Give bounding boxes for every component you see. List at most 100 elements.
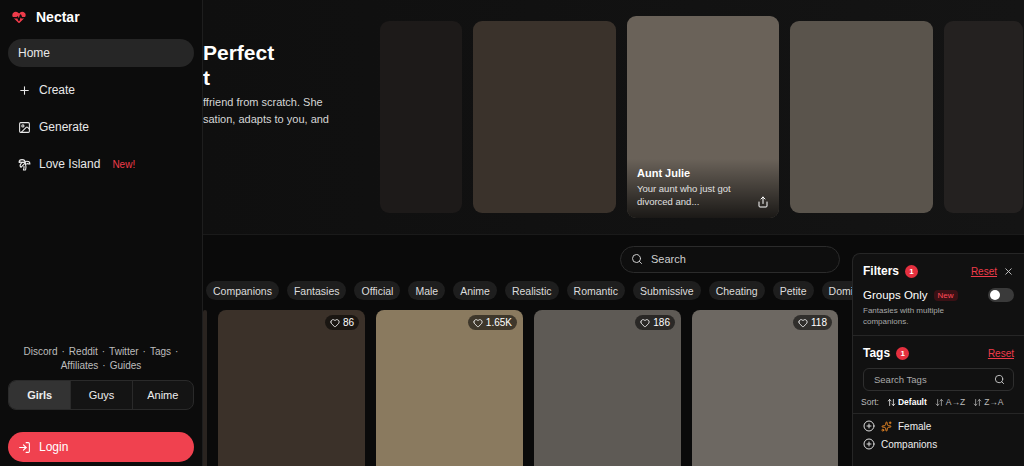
category-segment[interactable]: Anime bbox=[132, 381, 193, 409]
tag-chip[interactable]: Male bbox=[408, 281, 445, 300]
hero-card-description: Your aunt who just got divorced and... bbox=[637, 182, 751, 208]
tag-chip[interactable]: Official bbox=[354, 281, 400, 300]
tag-chip[interactable]: Fantasies bbox=[287, 281, 347, 300]
tag-chip[interactable]: Companions bbox=[206, 281, 279, 300]
heart-icon bbox=[473, 318, 483, 328]
nav-item[interactable]: Home bbox=[8, 39, 194, 67]
groups-toggle[interactable] bbox=[988, 288, 1014, 302]
category-segment[interactable]: Girls bbox=[9, 381, 70, 409]
nav-item[interactable]: Create bbox=[8, 76, 194, 104]
heart-icon bbox=[330, 318, 340, 328]
tag-chip[interactable]: Romantic bbox=[567, 281, 625, 300]
filter-title: Filters bbox=[863, 264, 899, 278]
category-switch: GirlsGuysAnime bbox=[8, 380, 194, 410]
tag-chip[interactable]: Realistic bbox=[505, 281, 559, 300]
groups-description: Fantasies with multiple companions. bbox=[863, 305, 1014, 327]
groups-label: Groups Only bbox=[863, 289, 928, 301]
separator: · bbox=[102, 360, 105, 371]
add-icon bbox=[863, 438, 875, 450]
reset-link[interactable]: Reset bbox=[971, 266, 997, 277]
hero-card-title: Aunt Julie bbox=[637, 167, 751, 179]
close-icon[interactable] bbox=[1003, 266, 1014, 277]
sort-label: Sort: bbox=[861, 397, 879, 407]
nav-item[interactable]: Love IslandNew! bbox=[8, 150, 194, 178]
separator: · bbox=[175, 346, 178, 357]
hero-card-caption: Aunt Julie Your aunt who just got divorce… bbox=[627, 159, 779, 218]
like-badge: 186 bbox=[635, 315, 675, 330]
tag-item[interactable]: Companions bbox=[853, 432, 1024, 450]
footer-link[interactable]: Affiliates bbox=[61, 360, 99, 371]
hero-card[interactable]: Aunt Julie Your aunt who just got divorce… bbox=[627, 16, 779, 218]
new-badge: New bbox=[934, 290, 958, 301]
like-badge: 1.65K bbox=[468, 315, 517, 330]
search-icon bbox=[631, 253, 643, 265]
filter-count: 1 bbox=[905, 265, 918, 278]
sort-option[interactable]: A→Z bbox=[935, 397, 965, 407]
tags-count: 1 bbox=[896, 347, 909, 360]
filter-panel: Filters 1 Reset Groups Only New Fantasies wit… bbox=[852, 253, 1024, 466]
sort-icon bbox=[935, 398, 944, 407]
footer-link[interactable]: Reddit bbox=[69, 346, 98, 357]
hero-line: ffriend from scratch. She bbox=[203, 94, 380, 111]
sort-option[interactable]: Z→A bbox=[973, 397, 1003, 407]
heart-icon bbox=[640, 318, 650, 328]
hero-card[interactable] bbox=[944, 21, 1023, 213]
hero-title: Perfect bbox=[203, 40, 380, 65]
login-button[interactable]: Login bbox=[8, 432, 194, 462]
tag-chip[interactable]: Cheating bbox=[709, 281, 765, 300]
like-badge: 86 bbox=[325, 315, 359, 330]
groups-section: Groups Only New Fantasies with multiple co… bbox=[853, 284, 1024, 336]
tag-chip[interactable]: Submissive bbox=[633, 281, 701, 300]
tags-reset-link[interactable]: Reset bbox=[988, 348, 1014, 359]
character-card[interactable]: 86 bbox=[218, 310, 365, 466]
new-badge: New! bbox=[112, 159, 135, 170]
tag-emoji-icon bbox=[881, 421, 892, 432]
hero-text: Perfectt ffriend from scratch. Shesation,… bbox=[203, 0, 380, 234]
logo[interactable]: Nectar bbox=[8, 8, 194, 26]
separator: · bbox=[143, 346, 146, 357]
category-segment[interactable]: Guys bbox=[70, 381, 131, 409]
footer-link[interactable]: Twitter bbox=[109, 346, 138, 357]
heart-icon bbox=[798, 318, 808, 328]
filter-header: Filters 1 Reset bbox=[853, 254, 1024, 284]
hero-carousel: Aunt Julie Your aunt who just got divorce… bbox=[380, 0, 1024, 234]
tag-item[interactable]: Female bbox=[853, 414, 1024, 432]
like-badge: 118 bbox=[793, 315, 832, 330]
tags-title: Tags bbox=[863, 346, 890, 360]
character-card[interactable]: 118 bbox=[692, 310, 838, 466]
login-icon bbox=[18, 441, 31, 454]
footer-link[interactable]: Discord bbox=[24, 346, 58, 357]
nav-1-icon bbox=[18, 84, 31, 97]
share-icon[interactable] bbox=[757, 196, 769, 208]
footer-link[interactable]: Guides bbox=[110, 360, 142, 371]
app: Nectar Home Create Generate Love IslandNew! D… bbox=[0, 0, 1024, 466]
character-card[interactable]: 1.65K bbox=[376, 310, 523, 466]
character-card[interactable]: 186 bbox=[534, 310, 681, 466]
footer-link[interactable]: Tags bbox=[150, 346, 171, 357]
nav-item[interactable]: Generate bbox=[8, 113, 194, 141]
character-card[interactable] bbox=[203, 310, 207, 466]
tag-search-input[interactable] bbox=[872, 373, 994, 386]
search-icon bbox=[994, 374, 1005, 385]
hero-title: t bbox=[203, 65, 380, 90]
main: Perfectt ffriend from scratch. Shesation,… bbox=[203, 0, 1024, 466]
heart-logo-icon bbox=[10, 8, 28, 26]
hero-card[interactable] bbox=[790, 21, 933, 213]
sort-icon bbox=[973, 398, 982, 407]
sort-row: Sort: Default A→Z Z→A bbox=[853, 397, 1024, 414]
hero-card[interactable] bbox=[380, 21, 462, 213]
separator: · bbox=[102, 346, 105, 357]
hero-line: sation, adapts to you, and bbox=[203, 111, 380, 128]
sort-icon bbox=[887, 398, 896, 407]
search-input[interactable] bbox=[649, 252, 829, 266]
tag-search bbox=[863, 368, 1014, 391]
hero: Perfectt ffriend from scratch. Shesation,… bbox=[203, 0, 1024, 235]
tag-chip[interactable]: Anime bbox=[453, 281, 497, 300]
footer-links: Discord·Reddit·Twitter·Tags·Affiliates·G… bbox=[8, 346, 194, 371]
hero-card[interactable] bbox=[473, 21, 616, 213]
sort-option[interactable]: Default bbox=[887, 397, 927, 407]
tag-chip[interactable]: Petite bbox=[773, 281, 814, 300]
nav: Home Create Generate Love IslandNew! bbox=[8, 39, 194, 178]
logo-text: Nectar bbox=[36, 9, 80, 25]
sidebar: Nectar Home Create Generate Love IslandNew! D… bbox=[0, 0, 203, 466]
